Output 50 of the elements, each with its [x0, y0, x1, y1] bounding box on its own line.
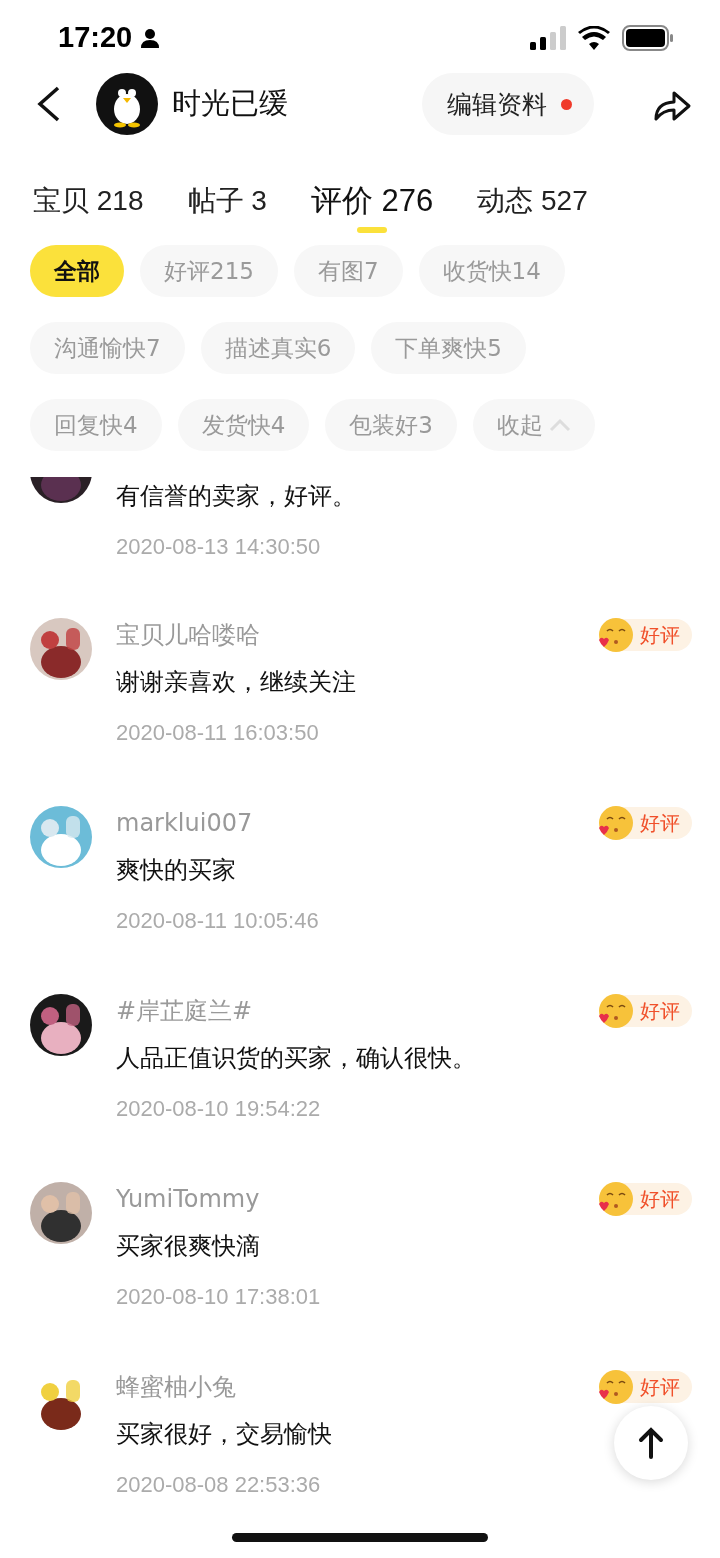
status-time: 17:20	[58, 21, 133, 54]
chevron-up-icon	[548, 418, 571, 432]
user-name: 时光已缓	[172, 85, 289, 122]
signal-icon	[530, 25, 566, 50]
battery-icon	[622, 24, 674, 51]
review-text: 有信誉的卖家，好评。	[116, 481, 356, 512]
review-date: 2020-08-13 14:30:50	[116, 533, 322, 561]
review-date: 2020-08-08 22:53:36	[116, 1471, 322, 1499]
review-text: 买家很好，交易愉快	[116, 1419, 332, 1450]
filter-chip[interactable]: 有图7	[293, 245, 403, 297]
emoji-icon	[596, 1180, 634, 1218]
scroll-top-button[interactable]	[614, 1406, 688, 1480]
collapse-button[interactable]: 收起	[472, 399, 595, 451]
back-icon[interactable]	[36, 86, 62, 122]
tab[interactable]: 动态 527	[477, 147, 588, 233]
emoji-icon	[596, 804, 634, 842]
reviewer-name: marklui007	[116, 809, 253, 837]
reviewer-name: 宝贝儿哈喽哈	[116, 620, 260, 651]
reviewer-name: 蜂蜜柚小兔	[116, 1372, 236, 1403]
filter-chip[interactable]: 回复快4	[30, 399, 162, 451]
filter-chip[interactable]: 沟通愉快7	[30, 322, 185, 374]
reviewer-name: YumiTommy	[116, 1185, 260, 1213]
filter-chip[interactable]: 描述真实6	[200, 322, 356, 374]
filter-chip[interactable]: 下单爽快5	[371, 322, 526, 374]
filter-chip[interactable]: 发货快4	[177, 399, 310, 451]
emoji-icon	[596, 616, 634, 654]
review-text: 爽快的买家	[116, 855, 236, 886]
tab[interactable]: 宝贝 218	[33, 147, 144, 233]
emoji-icon	[596, 1368, 634, 1406]
arrow-up-icon	[638, 1427, 664, 1459]
review-date: 2020-08-10 19:54:22	[116, 1095, 322, 1123]
penguin-avatar	[96, 73, 158, 135]
review-date: 2020-08-10 17:38:01	[116, 1283, 322, 1311]
tab-indicator	[357, 227, 388, 233]
filter-chip[interactable]: 收货快14	[418, 245, 565, 297]
edit-profile-button[interactable]: 编辑资料	[422, 73, 594, 135]
filter-chip[interactable]: 好评215	[140, 245, 278, 297]
emoji-icon	[596, 992, 634, 1030]
tab[interactable]: 评价 276	[310, 147, 434, 233]
person-icon	[140, 27, 161, 48]
review-text: 人品正值识货的买家，确认很快。	[116, 1043, 476, 1074]
review-text: 谢谢亲喜欢，继续关注	[116, 667, 356, 698]
filter-chip[interactable]: 包装好3	[325, 399, 457, 451]
review-date: 2020-08-11 16:03:50	[116, 719, 320, 747]
reviewer-name: #岸芷庭兰#	[116, 996, 253, 1027]
tab[interactable]: 帖子 3	[187, 147, 267, 233]
review-text: 买家很爽快滴	[116, 1231, 260, 1262]
review-date: 2020-08-11 10:05:46	[116, 907, 320, 935]
wifi-icon	[578, 25, 610, 50]
filter-chip[interactable]: 全部	[30, 245, 124, 297]
